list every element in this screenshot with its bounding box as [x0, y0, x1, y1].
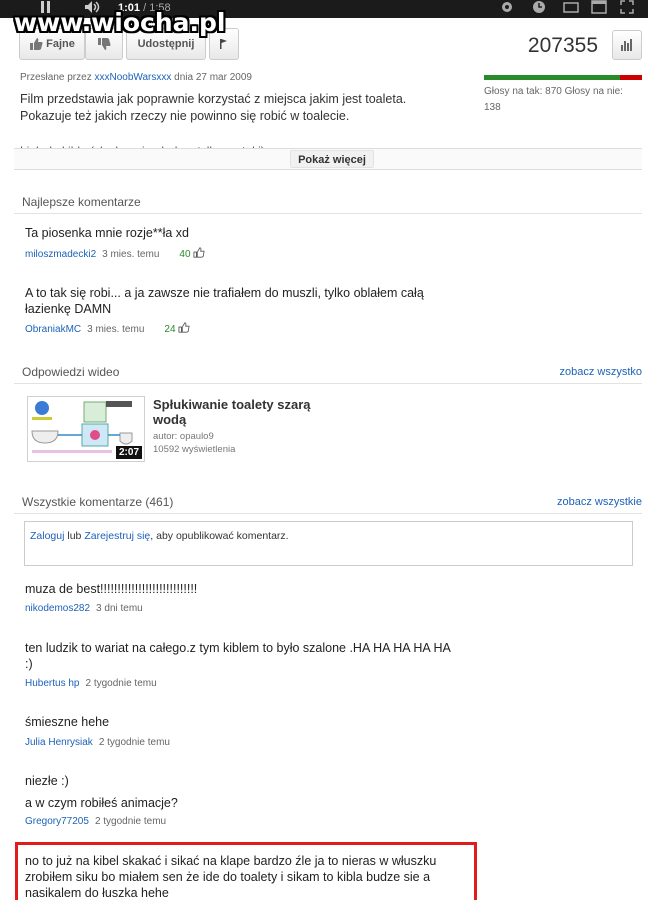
upload-info: Przesłane przez xxxNoobWarsxxx dnia 27 m… — [20, 72, 252, 83]
comment-author[interactable]: Julia Henrysiak — [25, 737, 93, 748]
video-duration: 2:07 — [115, 446, 142, 459]
see-all-comments-link[interactable]: zobacz wszystkie — [557, 496, 642, 508]
like-label: Fajne — [46, 38, 75, 50]
video-description: Film przedstawia jak poprawnie korzystać… — [20, 91, 440, 125]
stats-button[interactable] — [612, 30, 642, 60]
video-views: 10592 wyświetlenia — [153, 444, 236, 455]
upload-date: dnia 27 mar 2009 — [171, 72, 252, 83]
comment-time: 2 tygodnie temu — [85, 678, 157, 689]
comment-text: a w czym robiłeś animacje? — [25, 796, 178, 810]
video-responses-header: Odpowiedzi wideo zobacz wszystko — [14, 358, 642, 384]
description-line: Film przedstawia jak poprawnie korzystać… — [20, 92, 407, 106]
thumbs-up-icon — [30, 38, 43, 51]
clock-icon[interactable] — [532, 0, 546, 18]
comment-text: muza de best!!!!!!!!!!!!!!!!!!!!!!!!!!!! — [25, 582, 198, 596]
site-watermark: www.wiocha.pl — [14, 8, 226, 37]
video-responses-title: Odpowiedzi wideo — [22, 365, 120, 379]
comment-points: 24 — [164, 324, 176, 335]
upload-prefix: Przesłane przez — [20, 72, 95, 83]
description-line: Pokazuje też jakich rzeczy nie powinno s… — [20, 109, 350, 123]
all-comments-title: Wszystkie komentarze (461) — [22, 495, 174, 509]
comment-meta: Hubertus hp 2 tygodnie temu — [25, 678, 157, 689]
comment-author[interactable]: Gregory77205 — [25, 816, 89, 827]
vote-counts: Głosy na tak: 870 Głosy na nie: 138 — [484, 86, 623, 113]
comment-author[interactable]: nikodemos282 — [25, 603, 90, 614]
share-label: Udostępnij — [137, 38, 195, 50]
register-link[interactable]: Zarejestruj się — [84, 530, 150, 542]
comment-author[interactable]: ObraniakMC — [25, 324, 81, 335]
see-all-videos-link[interactable]: zobacz wszystko — [559, 366, 642, 378]
thumbs-up-icon[interactable] — [193, 247, 205, 258]
comment-meta: ObraniakMC 3 mies. temu 24 — [25, 322, 190, 335]
comment-text: niezłe :) — [25, 774, 69, 788]
comment-meta: miloszmadecki2 3 mies. temu 40 — [25, 247, 205, 260]
small-player-icon[interactable] — [563, 0, 579, 18]
login-link[interactable]: Zaloguj — [30, 530, 64, 542]
comment-time: 3 mies. temu — [87, 324, 145, 335]
rating-bar-likes — [484, 75, 621, 80]
comment-meta: nikodemos282 3 dni temu — [25, 603, 143, 614]
comment-text: ten ludzik to wariat na całego.z tym kib… — [25, 641, 451, 671]
video-thumbnail[interactable]: 2:07 — [27, 396, 145, 462]
login-or: lub — [64, 530, 85, 542]
comment-text: śmieszne hehe — [25, 715, 110, 729]
thumbs-down-icon — [98, 38, 111, 51]
comment-text: Ta piosenka mnie rozje**ła xd — [25, 226, 189, 240]
comment-meta: Julia Henrysiak 2 tygodnie temu — [25, 737, 170, 748]
comment-meta: Gregory77205 2 tygodnie temu — [25, 816, 166, 827]
all-comments-header: Wszystkie komentarze (461) zobacz wszyst… — [14, 488, 642, 514]
thumbs-up-icon[interactable] — [178, 322, 190, 333]
video-author: autor: opaulo9 — [153, 431, 214, 442]
comment-author[interactable]: Hubertus hp — [25, 678, 79, 689]
gear-icon[interactable] — [500, 0, 514, 18]
best-comments-header: Najlepsze komentarze — [14, 188, 642, 214]
show-more-button[interactable]: Pokaż więcej — [290, 150, 374, 168]
rating-bar — [484, 75, 642, 80]
best-comments-title: Najlepsze komentarze — [22, 195, 141, 209]
bar-chart-icon — [621, 39, 632, 51]
comment-points: 40 — [179, 249, 191, 260]
video-response-title[interactable]: Spłukiwanie toalety szarą wodą — [153, 397, 333, 427]
comment-time: 3 mies. temu — [102, 249, 160, 260]
flag-icon — [220, 39, 227, 50]
login-prompt: Zaloguj lub Zarejestruj się, aby opublik… — [30, 530, 289, 542]
comment-time: 2 tygodnie temu — [98, 737, 170, 748]
comment-text: A to tak się robi... a ja zawsze nie tra… — [25, 286, 424, 316]
comment-time: 2 tygodnie temu — [94, 816, 167, 827]
login-rest: , aby opublikować komentarz. — [150, 530, 289, 542]
view-count: 207355 — [527, 34, 598, 57]
comment-author[interactable]: miloszmadecki2 — [25, 249, 96, 260]
comment-text: no to już na kibel skakać i sikać na kla… — [25, 854, 437, 900]
comment-login-box: Zaloguj lub Zarejestruj się, aby opublik… — [24, 521, 633, 566]
large-player-icon[interactable] — [591, 0, 607, 18]
comment-time: 3 dni temu — [96, 603, 143, 614]
uploader-link[interactable]: xxxNoobWarsxxx — [94, 72, 171, 83]
fullscreen-icon[interactable] — [620, 0, 634, 18]
